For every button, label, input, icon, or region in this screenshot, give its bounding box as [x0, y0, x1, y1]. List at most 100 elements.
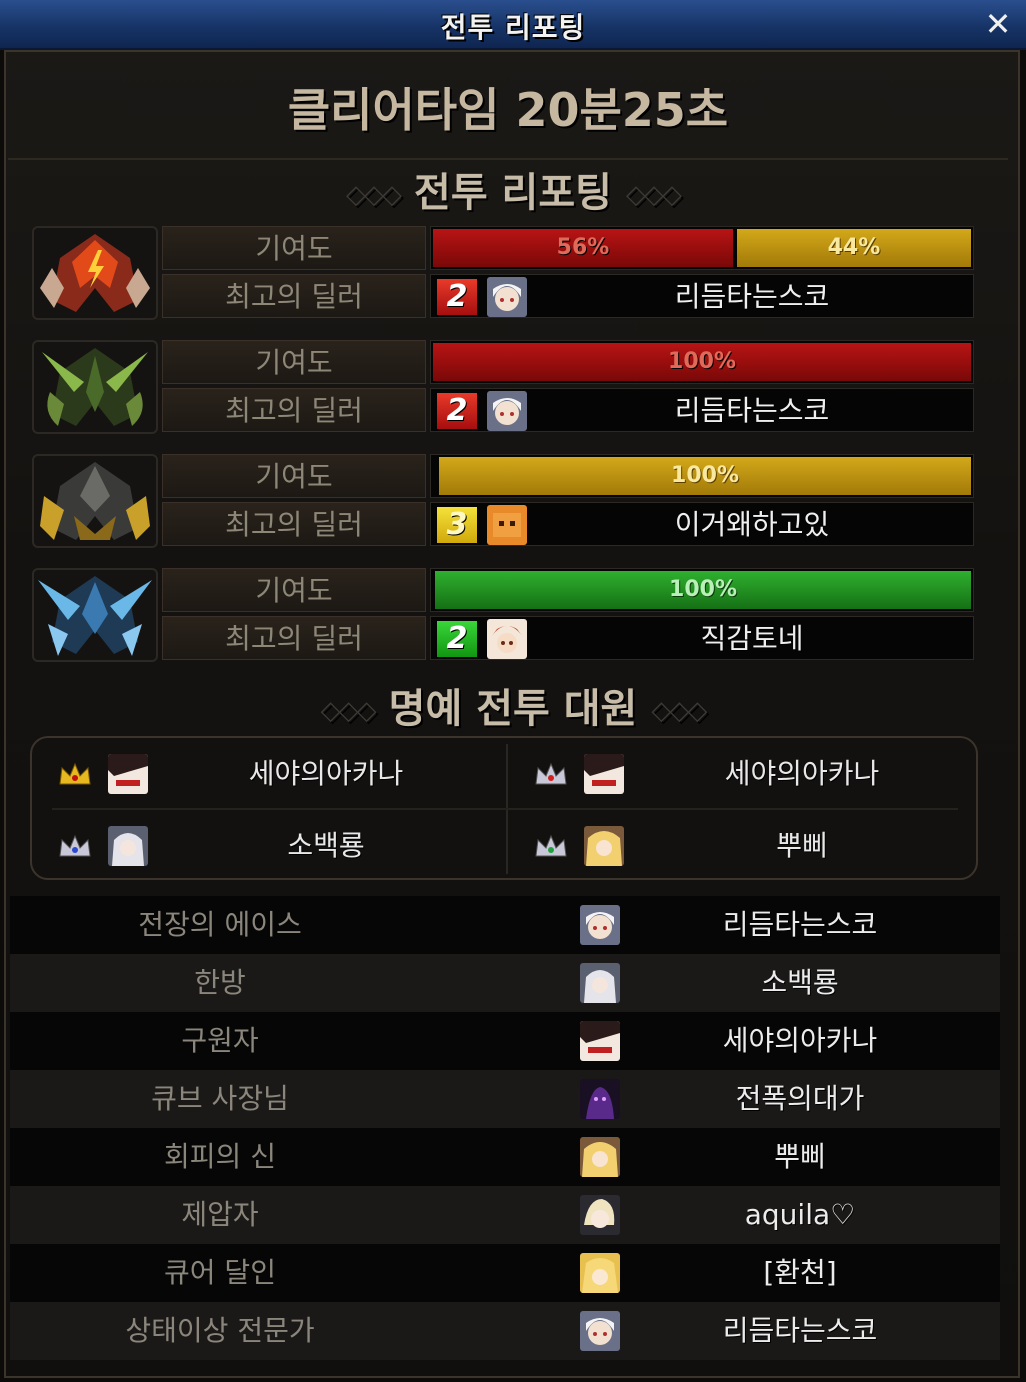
green-crown-icon: [534, 834, 568, 858]
golden-hair-avatar: [580, 1253, 620, 1293]
award-row[interactable]: 전장의 에이스 리듬타는스코: [10, 896, 1000, 954]
honor-member[interactable]: 소백룡: [32, 812, 500, 880]
best-dealer-row: 최고의 딜러 2 리듬타는스코: [162, 274, 978, 318]
rank-badge-icon: 3: [437, 507, 477, 543]
close-button[interactable]: ✕: [980, 6, 1016, 42]
rank-badge-icon: 2: [437, 621, 477, 657]
team-report-2: 기여도 100% 최고의 딜러 2 리듬타는스코: [28, 338, 978, 436]
bar-label: 100%: [671, 463, 739, 488]
contribution-bar-green: 100%: [435, 571, 971, 609]
silver-hair-avatar: [580, 963, 620, 1003]
award-row[interactable]: 회피의 신 뿌삐: [10, 1128, 1000, 1186]
gold-crown-icon: [58, 762, 92, 786]
award-player: 리듬타는스코: [722, 908, 878, 941]
bar-label: 44%: [827, 235, 881, 260]
award-title: 큐브 사장님: [151, 1082, 289, 1115]
contribution-bars: 56% 44%: [430, 226, 974, 270]
award-player: 리듬타는스코: [722, 1314, 878, 1347]
award-player: [환천]: [763, 1256, 837, 1289]
blonde-avatar: [584, 826, 624, 866]
awards-table: 전장의 에이스 리듬타는스코 한방 소백룡 구원자 세야의아카나 큐브 사장님 …: [10, 896, 1000, 1364]
best-dealer-name: 리듬타는스코: [674, 280, 830, 313]
best-dealer-row: 최고의 딜러 3 이거왜하고있: [162, 502, 978, 546]
award-row[interactable]: 큐브 사장님 전폭의대가: [10, 1070, 1000, 1128]
honor-section-title: 명예 전투 대원: [388, 686, 638, 732]
contribution-bars: 100%: [430, 454, 974, 498]
team-report-4: 기여도 100% 최고의 딜러 2 직감토네: [28, 566, 978, 664]
honor-member-name: 소백룡: [287, 829, 365, 862]
best-dealer-row: 최고의 딜러 2 리듬타는스코: [162, 388, 978, 432]
red-flame-helmet-icon: [32, 226, 158, 320]
contribution-bar-red: 56%: [433, 229, 733, 267]
rank-badge-icon: 2: [437, 393, 477, 429]
honor-members-panel: 세야의아카나 세야의아카나 소백룡 뿌삐: [30, 736, 978, 880]
honor-member[interactable]: 세야의아카나: [508, 740, 976, 808]
best-dealer-value[interactable]: 2 리듬타는스코: [430, 388, 974, 432]
green-leaf-helmet-icon: [32, 340, 158, 434]
best-dealer-value[interactable]: 2 직감토네: [430, 616, 974, 660]
purple-shadow-avatar: [580, 1079, 620, 1119]
window-titlebar[interactable]: 전투 리포팅 ✕: [0, 0, 1026, 50]
best-dealer-value[interactable]: 3 이거왜하고있: [430, 502, 974, 546]
best-dealer-label: 최고의 딜러: [162, 616, 426, 660]
award-player: 세야의아카나: [722, 1024, 878, 1057]
contribution-row: 기여도 100%: [162, 568, 978, 612]
award-title: 회피의 신: [164, 1140, 276, 1173]
clear-time-display: 클리어타임 20분25초: [8, 60, 1008, 160]
reporting-section-header: ◇◇◇ 전투 리포팅 ◇◇◇: [0, 160, 1026, 218]
contribution-row: 기여도 100%: [162, 340, 978, 384]
white-hair-girl-avatar: [487, 391, 527, 431]
white-hair-girl-avatar: [487, 277, 527, 317]
award-row[interactable]: 한방 소백룡: [10, 954, 1000, 1012]
best-dealer-label: 최고의 딜러: [162, 274, 426, 318]
silver-hair-avatar: [108, 826, 148, 866]
divider: [52, 808, 958, 810]
dark-hair-avatar: [108, 754, 148, 794]
contribution-label: 기여도: [162, 340, 426, 384]
battle-report-window: 전투 리포팅 ✕ 클리어타임 20분25초 ◇◇◇ 전투 리포팅 ◇◇◇ 기여도 5…: [0, 0, 1026, 1382]
contribution-label: 기여도: [162, 454, 426, 498]
award-player: aquila♡: [744, 1198, 856, 1231]
award-title: 한방: [194, 966, 246, 999]
honor-section-header: ◇◇◇ 명예 전투 대원 ◇◇◇: [0, 676, 1026, 734]
dark-hair-avatar: [580, 1021, 620, 1061]
award-player: 뿌삐: [774, 1140, 826, 1173]
award-row[interactable]: 상태이상 전문가 리듬타는스코: [10, 1302, 1000, 1360]
honor-member[interactable]: 뿌삐: [508, 812, 976, 880]
honor-member[interactable]: 세야의아카나: [32, 740, 500, 808]
bar-label: 100%: [668, 349, 736, 374]
bar-label: 56%: [556, 235, 610, 260]
blonde-avatar: [580, 1137, 620, 1177]
award-title: 상태이상 전문가: [125, 1314, 315, 1347]
award-title: 큐어 달인: [164, 1256, 276, 1289]
contribution-row: 기여도 100%: [162, 454, 978, 498]
rank-badge-icon: 2: [437, 279, 477, 315]
best-dealer-value[interactable]: 2 리듬타는스코: [430, 274, 974, 318]
contribution-label: 기여도: [162, 568, 426, 612]
orange-cube-avatar: [487, 505, 527, 545]
bar-label: 100%: [669, 577, 737, 602]
award-title: 구원자: [181, 1024, 259, 1057]
red-crown-icon: [534, 762, 568, 786]
contribution-bars: 100%: [430, 568, 974, 612]
award-row[interactable]: 구원자 세야의아카나: [10, 1012, 1000, 1070]
blue-ice-helmet-icon: [32, 568, 158, 662]
gold-dark-helmet-icon: [32, 454, 158, 548]
white-hair-girl-avatar: [580, 1311, 620, 1351]
award-row[interactable]: 제압자 aquila♡: [10, 1186, 1000, 1244]
contribution-bars: 100%: [430, 340, 974, 384]
reporting-section-title: 전투 리포팅: [414, 170, 612, 216]
contribution-label: 기여도: [162, 226, 426, 270]
brown-hair-avatar: [487, 619, 527, 659]
best-dealer-name: 직감토네: [700, 622, 804, 655]
dark-hair-avatar: [584, 754, 624, 794]
award-row[interactable]: 큐어 달인 [환천]: [10, 1244, 1000, 1302]
left-deco: ◇◇◇: [346, 180, 402, 210]
honor-member-name: 뿌삐: [776, 829, 828, 862]
right-deco: ◇◇◇: [651, 696, 707, 726]
window-title: 전투 리포팅: [440, 11, 586, 44]
award-title: 제압자: [181, 1198, 259, 1231]
best-dealer-row: 최고의 딜러 2 직감토네: [162, 616, 978, 660]
award-player: 소백룡: [761, 966, 839, 999]
award-title: 전장의 에이스: [138, 908, 302, 941]
